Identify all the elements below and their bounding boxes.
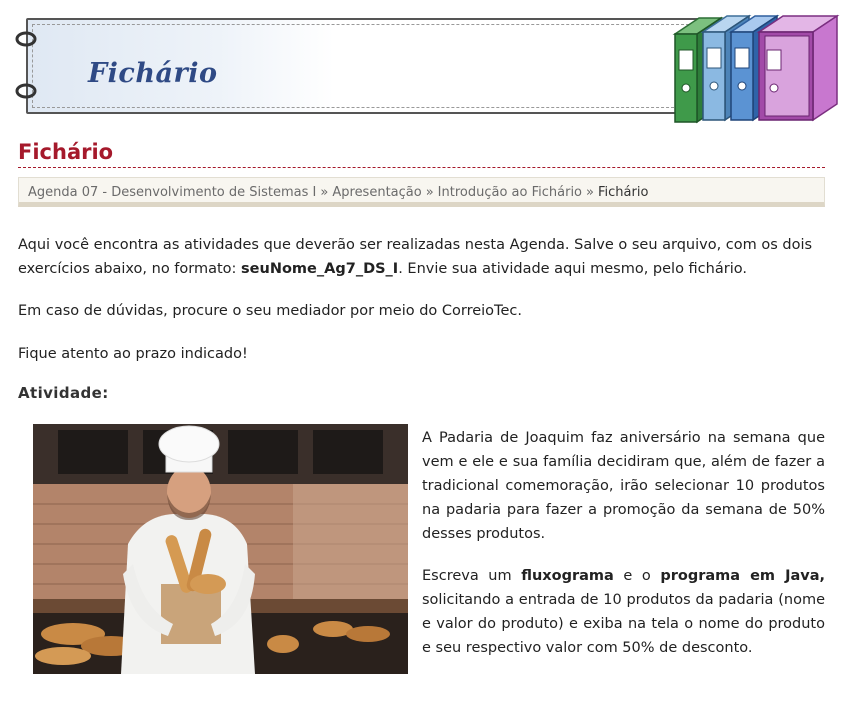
task-text-d: solicitando a entrada de 10 produtos da … [422, 592, 825, 656]
breadcrumb: Agenda 07 - Desenvolvimento de Sistemas … [18, 177, 825, 207]
baker-photo [33, 424, 408, 674]
intro-text-after: . Envie sua atividade aqui mesmo, pelo f… [398, 261, 747, 277]
binder-ring-icon [15, 31, 37, 47]
banner-title: Fichário [88, 58, 218, 89]
breadcrumb-link-introducao[interactable]: Introdução ao Fichário [438, 185, 582, 200]
page-title: Fichário [18, 140, 114, 164]
breadcrumb-link-agenda[interactable]: Agenda 07 - Desenvolvimento de Sistemas … [28, 185, 316, 200]
intro-paragraph: Aqui você encontra as atividades que dev… [18, 233, 828, 281]
breadcrumb-current: Fichário [597, 185, 649, 200]
breadcrumb-link-apresentacao[interactable]: Apresentação [332, 185, 421, 200]
activity-task: Escreva um fluxograma e o programa em Ja… [422, 564, 825, 660]
help-paragraph: Em caso de dúvidas, procure o seu mediad… [18, 303, 522, 319]
header-banner: Fichário [14, 10, 844, 126]
binders-icon [672, 14, 840, 124]
breadcrumb-separator: » [320, 185, 329, 200]
file-name-format: seuNome_Ag7_DS_I [241, 261, 399, 277]
title-divider [18, 167, 825, 168]
activity-description: A Padaria de Joaquim faz aniversário na … [422, 430, 825, 542]
breadcrumb-separator: » [425, 185, 434, 200]
deadline-paragraph: Fique atento ao prazo indicado! [18, 346, 248, 362]
breadcrumb-separator: » [586, 185, 594, 200]
task-text-a: Escreva um [422, 568, 522, 584]
activity-heading: Atividade: [18, 384, 109, 402]
banner-frame: Fichário [26, 18, 710, 114]
task-bold-flowchart: fluxograma [521, 568, 614, 584]
binder-ring-icon [15, 83, 37, 99]
task-text-c: e o [613, 568, 661, 584]
task-bold-java: programa em Java, [660, 568, 825, 584]
